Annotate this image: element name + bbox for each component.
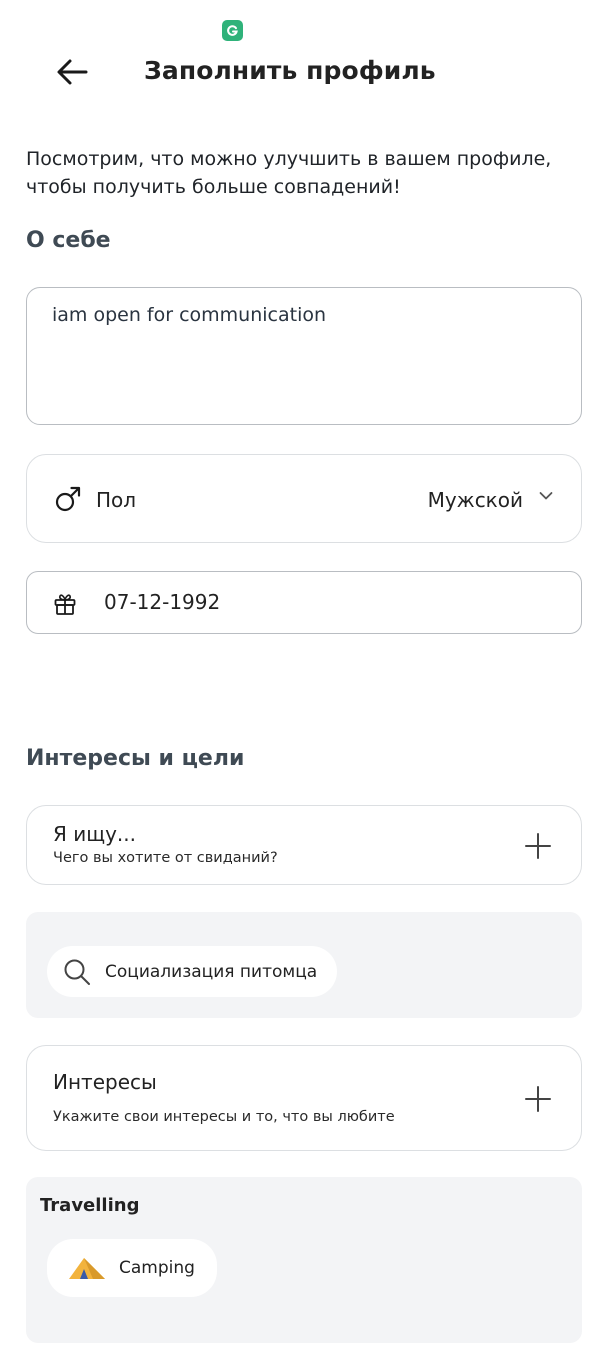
interests-section-title: Интересы и цели (26, 746, 245, 771)
interests-subtitle: Укажите свои интересы и то, что вы любит… (53, 1109, 395, 1125)
chevron-down-icon (539, 492, 553, 500)
plus-icon[interactable] (525, 833, 551, 859)
about-text: iam open for communication (52, 304, 327, 326)
looking-for-chip[interactable]: Социализация питомца (47, 946, 338, 997)
interest-chip-label: Camping (119, 1258, 195, 1278)
intro-text: Посмотрим, что можно улучшить в вашем пр… (26, 148, 552, 198)
gift-icon (54, 594, 76, 615)
about-section-title: О себе (26, 228, 111, 253)
looking-for-title: Я ищу... (53, 822, 136, 846)
male-icon (55, 486, 81, 512)
gender-value: Мужской (427, 488, 523, 512)
looking-for-chip-label: Социализация питомца (105, 961, 318, 982)
search-icon (64, 959, 90, 985)
plus-icon[interactable] (525, 1086, 551, 1112)
interest-group-panel: Travelling Camping (26, 1177, 582, 1343)
back-button[interactable] (52, 54, 92, 90)
page-title: Заполнить профиль (144, 56, 436, 85)
gender-label: Пол (96, 488, 137, 512)
tent-icon (69, 1258, 105, 1279)
about-textarea[interactable]: iam open for communication (26, 287, 582, 425)
looking-for-card[interactable]: Я ищу... Чего вы хотите от свиданий? (26, 805, 582, 885)
interests-title: Интересы (53, 1070, 157, 1094)
birthday-value: 07-12-1992 (104, 590, 221, 614)
birthday-field[interactable]: 07-12-1992 (26, 571, 582, 634)
interests-card[interactable]: Интересы Укажите свои интересы и то, что… (26, 1045, 582, 1151)
gender-selector[interactable]: Пол Мужской (26, 454, 582, 543)
header: Заполнить профиль (0, 50, 610, 94)
arrow-left-icon (57, 59, 88, 85)
interest-group-title: Travelling (40, 1195, 140, 1216)
grammarly-icon (222, 20, 243, 41)
interest-chip[interactable]: Camping (47, 1239, 217, 1297)
looking-for-subtitle: Чего вы хотите от свиданий? (53, 850, 278, 866)
looking-for-chips-panel: Социализация питомца (26, 912, 582, 1018)
